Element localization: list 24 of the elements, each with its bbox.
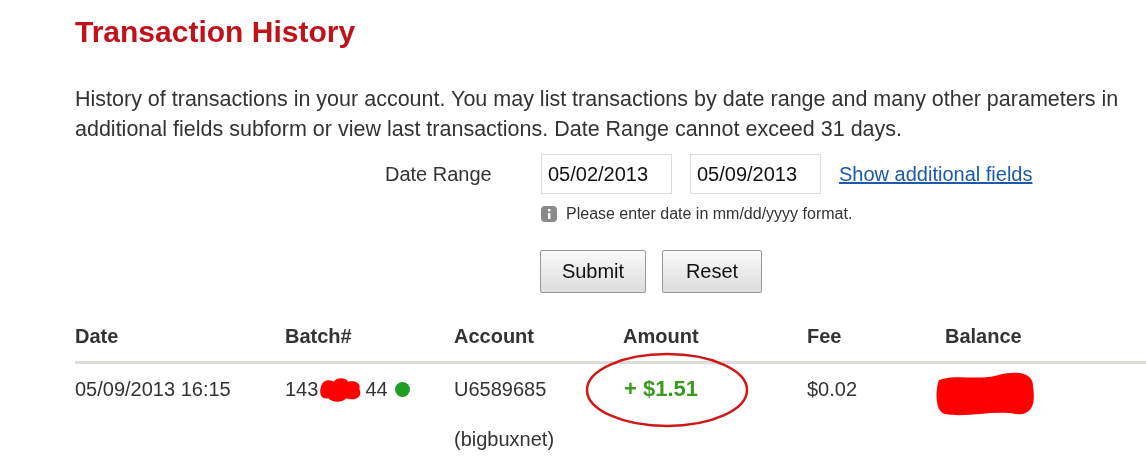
account-name: (bigbuxnet) bbox=[454, 427, 556, 452]
batch-number-end: 44 bbox=[365, 377, 388, 402]
info-icon bbox=[541, 206, 557, 222]
column-header: Date bbox=[75, 325, 120, 348]
fee-cell-text: $0.02 bbox=[807, 377, 859, 402]
date-format-hint: Please enter date in mm/dd/yyyy format. bbox=[566, 205, 853, 223]
column-header: Amount bbox=[623, 325, 700, 348]
show-fields-link[interactable]: Show additional fields bbox=[839, 162, 1033, 186]
column-header: Fee bbox=[807, 325, 843, 348]
column-header: Batch# bbox=[285, 325, 353, 348]
page-title: Transaction History bbox=[75, 14, 357, 50]
date-cell-text: 05/09/2013 16:15 bbox=[75, 377, 232, 402]
column-header: Account bbox=[454, 325, 535, 348]
status-dot bbox=[394, 381, 410, 397]
account-number: U6589685 bbox=[454, 377, 548, 402]
column-header: Balance bbox=[945, 325, 1023, 348]
amount-value: + $1.51 bbox=[624, 376, 698, 401]
reset-button[interactable]: Reset bbox=[662, 250, 762, 293]
intro-paragraph: History of transactions in your account. You may list transactions by date range and many other parameters in additional fields subform or view last transactions. Date Range cannot exceed 31 days. bbox=[75, 86, 1120, 143]
end-date-field[interactable]: 05/09/2013 bbox=[690, 154, 821, 194]
start-date-field[interactable]: 05/02/2013 bbox=[541, 154, 672, 194]
batch-number-start: 143 bbox=[285, 377, 319, 402]
date-range-label: Date Range bbox=[385, 162, 493, 186]
submit-button[interactable]: Submit bbox=[540, 250, 646, 293]
